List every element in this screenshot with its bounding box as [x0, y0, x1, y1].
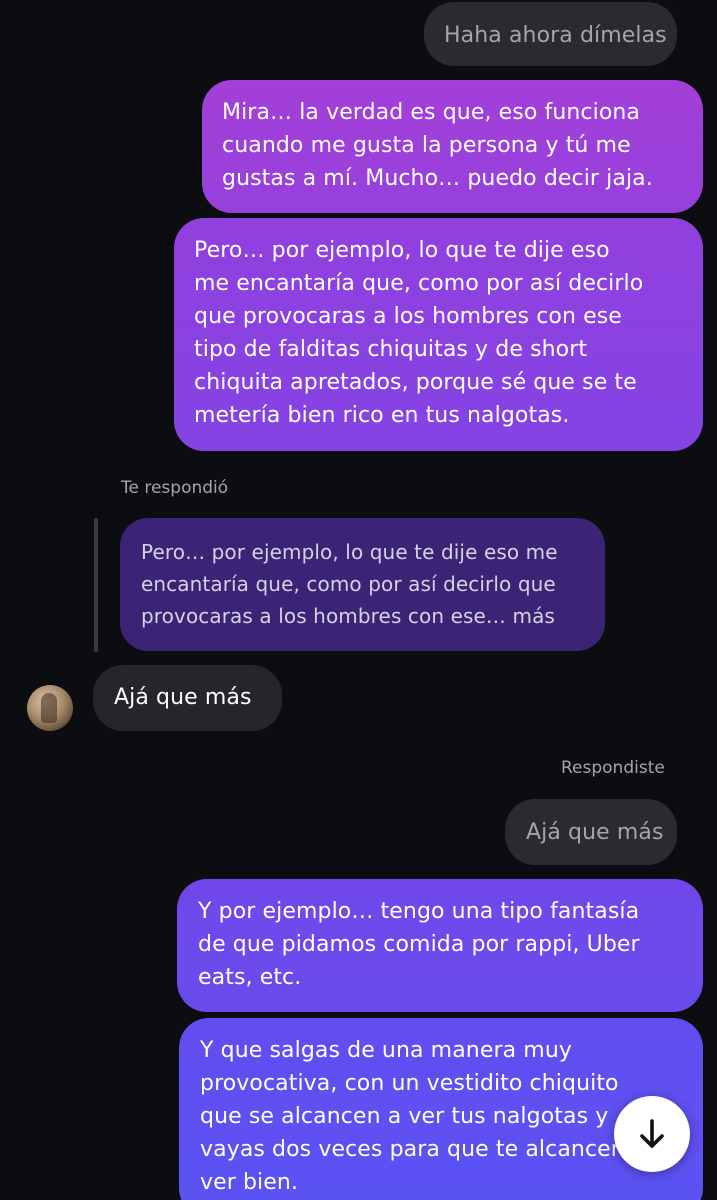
message-line: que provocaras a los hombres con ese	[194, 304, 622, 329]
message-bubble-outgoing[interactable]: Y por ejemplo… tengo una tipo fantasía d…	[177, 879, 703, 1012]
message-line: me encantaría que, como por así decirlo	[194, 271, 644, 296]
message-line: Y por ejemplo… tengo una tipo fantasía	[198, 899, 640, 924]
message-line: provocativa, con un vestidito chiquito	[200, 1071, 619, 1096]
message-line: metería bien rico en tus nalgotas.	[194, 403, 570, 428]
message-line: eats, etc.	[198, 965, 302, 990]
message-bubble-incoming[interactable]: Ajá que más	[93, 665, 282, 731]
message-line: gustas a mí. Mucho… puedo decir jaja.	[222, 166, 653, 191]
message-text: Ajá que más	[114, 685, 252, 710]
message-bubble-quoted-top[interactable]: Haha ahora dímelas	[424, 2, 677, 66]
message-line: Mira… la verdad es que, eso funciona	[222, 100, 641, 125]
quoted-line: encantaría que, como por así decirlo que	[141, 572, 556, 596]
message-line: cuando me gusta la persona y tú me	[222, 133, 631, 158]
avatar-figure	[41, 693, 57, 723]
message-line: Pero… por ejemplo, lo que te dije eso	[194, 238, 610, 263]
message-text: Haha ahora dímelas	[444, 23, 667, 48]
message-line: ver bien.	[200, 1170, 299, 1195]
arrow-down-icon	[640, 1119, 664, 1148]
reply-label-you: Respondiste	[561, 758, 665, 778]
message-bubble-outgoing[interactable]: Mira… la verdad es que, eso funciona cua…	[202, 80, 703, 213]
message-line: de que pidamos comida por rappi, Uber	[198, 932, 640, 957]
quoted-line: provocaras a los hombres con ese… más	[141, 604, 555, 628]
message-line: que se alcancen a ver tus nalgotas y	[200, 1104, 609, 1129]
quoted-line: Pero… por ejemplo, lo que te dije eso me	[141, 540, 558, 564]
reply-label-them: Te respondió	[121, 478, 229, 498]
quoted-reply-bubble[interactable]: Pero… por ejemplo, lo que te dije eso me…	[120, 518, 605, 651]
message-line: chiquita apretados, porque sé que se te	[194, 370, 637, 395]
message-bubble-outgoing[interactable]: Pero… por ejemplo, lo que te dije eso me…	[174, 218, 703, 451]
quoted-message-bubble[interactable]: Ajá que más	[505, 799, 677, 865]
scroll-to-bottom-button[interactable]	[614, 1096, 690, 1172]
message-line: vayas dos veces para que te alcancen a	[200, 1137, 646, 1162]
message-line: tipo de falditas chiquitas y de short	[194, 337, 588, 362]
contact-avatar[interactable]	[27, 685, 73, 731]
chat-screen: Haha ahora dímelas Mira… la verdad es qu…	[0, 0, 717, 1200]
message-text: Ajá que más	[526, 820, 664, 845]
message-line: Y que salgas de una manera muy	[200, 1038, 572, 1063]
reply-indicator-bar	[94, 518, 98, 652]
